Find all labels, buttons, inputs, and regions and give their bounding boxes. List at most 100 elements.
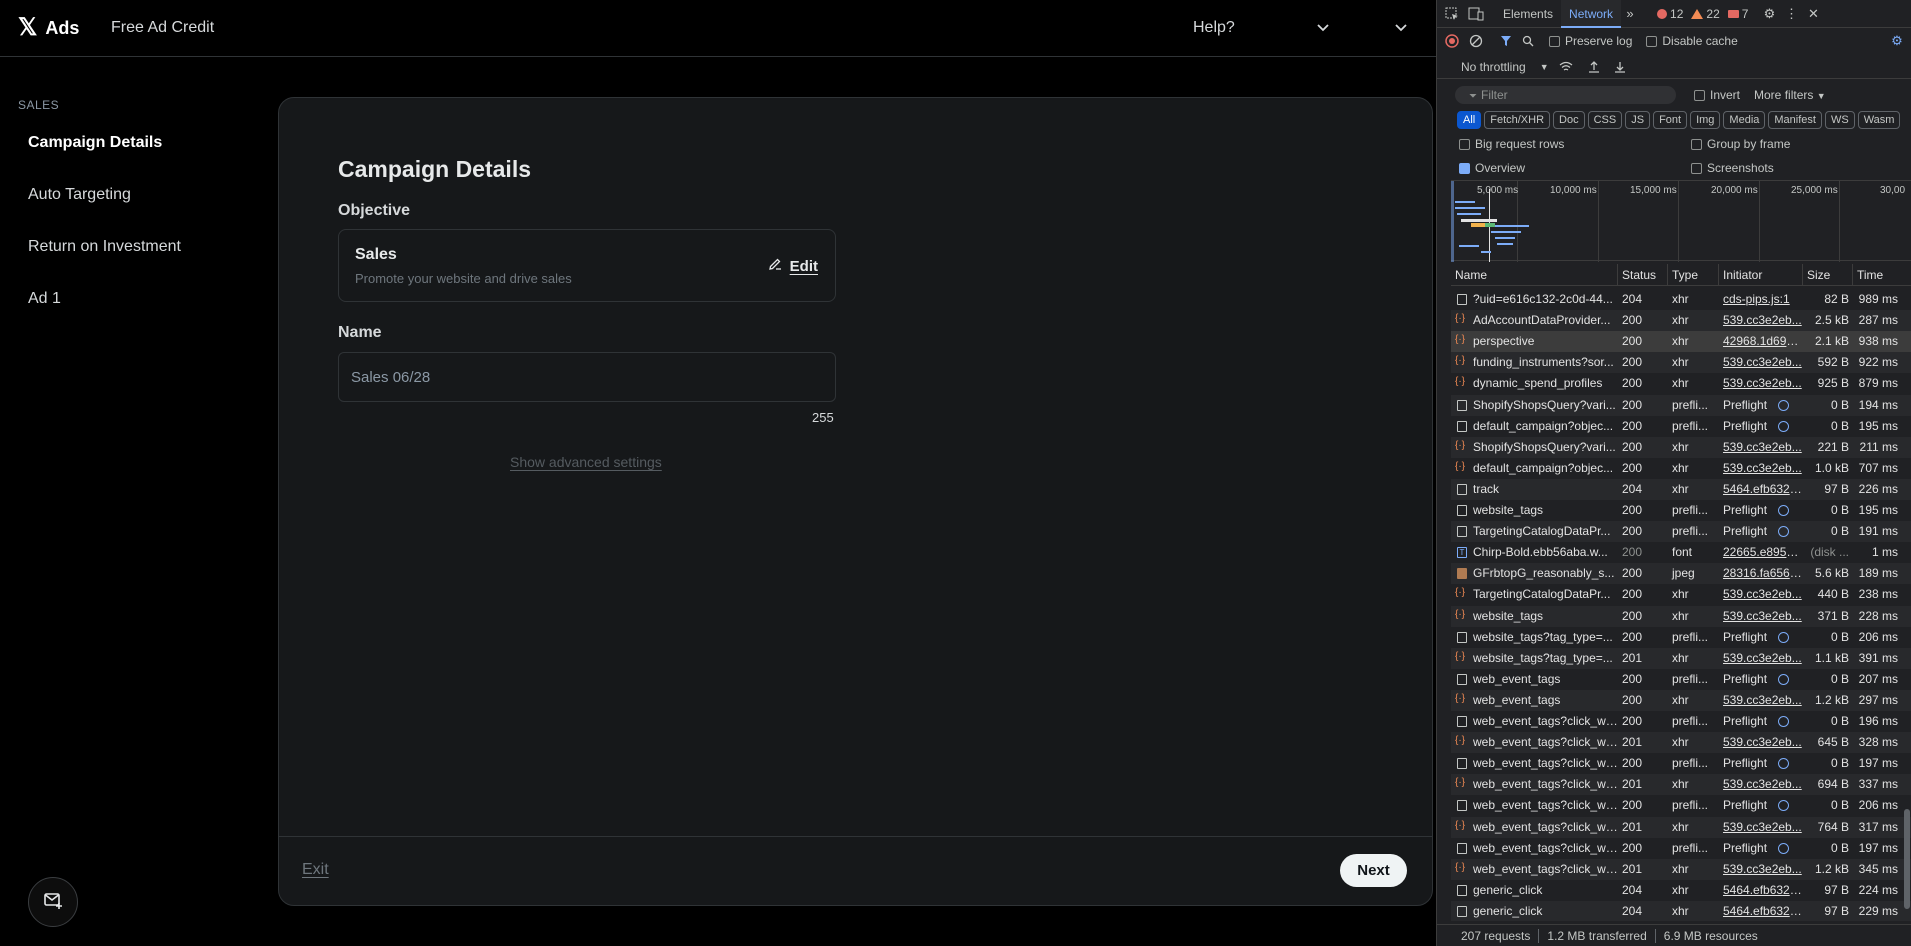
- search-icon[interactable]: [1519, 32, 1537, 50]
- requests-scrollbar[interactable]: [1902, 264, 1911, 921]
- show-advanced-settings-link[interactable]: Show advanced settings: [510, 454, 662, 470]
- table-row[interactable]: {·} AdAccountDataProvider... 200 xhr 539.cc3…: [1451, 310, 1911, 332]
- type-filter-chip[interactable]: Fetch/XHR: [1484, 111, 1551, 129]
- warning-count-badge[interactable]: 22: [1691, 7, 1720, 21]
- row-initiator[interactable]: Preflight: [1719, 711, 1803, 732]
- issues-count-badge[interactable]: 7: [1727, 7, 1748, 21]
- column-type[interactable]: Type: [1668, 264, 1719, 286]
- row-initiator[interactable]: 539.cc3e2eb...: [1719, 606, 1803, 627]
- table-row[interactable]: {·} funding_instruments?sor... 200 xhr 539.c…: [1451, 352, 1911, 374]
- row-initiator[interactable]: 28316.fa656fb...: [1719, 563, 1803, 584]
- preflight-link-icon[interactable]: [1778, 399, 1789, 411]
- table-row[interactable]: {·} website_tags 200 xhr 539.cc3e2eb... 371 B…: [1451, 605, 1911, 627]
- sidebar-item-return-on-investment[interactable]: Return on Investment: [28, 238, 181, 256]
- error-count-badge[interactable]: 12: [1657, 7, 1683, 21]
- network-settings-gear-icon[interactable]: ⚙: [1888, 32, 1906, 50]
- table-row[interactable]: website_tags?tag_type=... 200 prefli... Pre…: [1451, 627, 1911, 648]
- type-filter-chip[interactable]: JS: [1625, 111, 1651, 129]
- column-initiator[interactable]: Initiator: [1719, 264, 1803, 286]
- chevron-down-icon[interactable]: [1316, 14, 1336, 42]
- row-initiator[interactable]: Preflight: [1719, 627, 1803, 648]
- row-initiator[interactable]: Preflight: [1719, 795, 1803, 816]
- device-toolbar-icon[interactable]: [1467, 5, 1485, 23]
- type-filter-chip[interactable]: Img: [1690, 111, 1721, 129]
- type-filter-chip[interactable]: Media: [1723, 111, 1766, 129]
- table-row[interactable]: ?uid=e616c132-2c0d-44... 204 xhr cds-pips.j…: [1451, 289, 1911, 310]
- more-options-icon[interactable]: ⋮: [1782, 5, 1800, 23]
- row-initiator[interactable]: 539.cc3e2eb...: [1719, 310, 1803, 331]
- type-filter-chip[interactable]: All: [1457, 111, 1482, 129]
- preflight-link-icon[interactable]: [1778, 505, 1789, 516]
- row-initiator[interactable]: 5464.efb6324...: [1719, 479, 1803, 500]
- x-ads-logo[interactable]: 𝕏 Ads: [18, 16, 79, 40]
- table-row[interactable]: {·} default_campaign?objec... 200 xhr 539.cc…: [1451, 458, 1911, 479]
- row-initiator[interactable]: 22665.e8959d6: [1719, 542, 1803, 563]
- settings-gear-icon[interactable]: ⚙: [1760, 5, 1778, 23]
- row-initiator[interactable]: Preflight: [1719, 395, 1803, 416]
- type-filter-chip[interactable]: CSS: [1587, 111, 1623, 129]
- table-row[interactable]: web_event_tags?click_wi... 200 prefli... Pr…: [1451, 711, 1911, 732]
- campaign-name-input[interactable]: [338, 352, 836, 402]
- table-row[interactable]: {·} web_event_tags?click_wi... 201 xhr 539.c…: [1451, 858, 1911, 880]
- table-row[interactable]: {·} dynamic_spend_profiles 200 xhr 539.cc3e2…: [1451, 373, 1911, 394]
- inspect-element-icon[interactable]: [1443, 5, 1461, 23]
- table-row[interactable]: generic_click 204 xhr 5464.efb6324... 97 B 22…: [1451, 880, 1911, 901]
- table-row[interactable]: {·} web_event_tags?click_wi... 201 xhr 539.c…: [1451, 816, 1911, 838]
- tab-elements[interactable]: Elements: [1495, 0, 1561, 28]
- next-button[interactable]: Next: [1340, 854, 1407, 887]
- table-row[interactable]: {·} web_event_tags?click_wi... 201 xhr 539.c…: [1451, 732, 1911, 754]
- row-initiator[interactable]: 539.cc3e2eb...: [1719, 437, 1803, 458]
- row-initiator[interactable]: 42968.1d6935t: [1719, 331, 1803, 352]
- table-row[interactable]: web_event_tags 200 prefli... Preflight 0 B 20…: [1451, 669, 1911, 690]
- row-initiator[interactable]: 539.cc3e2eb...: [1719, 732, 1803, 753]
- column-name[interactable]: Name: [1451, 264, 1618, 286]
- table-row[interactable]: default_campaign?objec... 200 prefli... Pre…: [1451, 416, 1911, 437]
- preflight-link-icon[interactable]: [1778, 716, 1789, 727]
- row-initiator[interactable]: 539.cc3e2eb...: [1719, 817, 1803, 838]
- disable-cache-checkbox[interactable]: Disable cache: [1646, 34, 1738, 48]
- table-row[interactable]: web_event_tags?click_wi... 200 prefli... Pr…: [1451, 795, 1911, 816]
- table-row[interactable]: GFrbtopG_reasonably_s... 200 jpeg 28316.fa6…: [1451, 563, 1911, 585]
- row-initiator[interactable]: 539.cc3e2eb...: [1719, 859, 1803, 880]
- column-status[interactable]: Status: [1618, 264, 1668, 286]
- record-icon[interactable]: [1443, 32, 1461, 50]
- screenshots-checkbox[interactable]: Screenshots: [1691, 161, 1774, 175]
- row-initiator[interactable]: 5464.efb6324...: [1719, 901, 1803, 921]
- preflight-link-icon[interactable]: [1778, 420, 1789, 432]
- type-filter-chip[interactable]: Font: [1653, 111, 1688, 129]
- row-initiator[interactable]: Preflight: [1719, 416, 1803, 437]
- row-initiator[interactable]: 539.cc3e2eb...: [1719, 458, 1803, 479]
- preserve-log-checkbox[interactable]: Preserve log: [1549, 34, 1632, 48]
- network-overview-timeline[interactable]: 5,000 ms 10,000 ms 15,000 ms 20,000 ms 2…: [1451, 180, 1911, 262]
- account-chevron-down-icon[interactable]: [1394, 14, 1414, 42]
- column-time[interactable]: Time: [1853, 264, 1902, 286]
- table-row[interactable]: {·} ShopifyShopsQuery?vari... 200 xhr 539.cc…: [1451, 436, 1911, 458]
- preflight-link-icon[interactable]: [1778, 673, 1789, 685]
- close-devtools-icon[interactable]: ✕: [1804, 5, 1822, 23]
- row-initiator[interactable]: Preflight: [1719, 669, 1803, 690]
- row-initiator[interactable]: 539.cc3e2eb...: [1719, 648, 1803, 669]
- row-initiator[interactable]: cds-pips.js:1: [1719, 289, 1803, 310]
- row-initiator[interactable]: 539.cc3e2eb...: [1719, 690, 1803, 711]
- big-request-rows-checkbox[interactable]: Big request rows: [1459, 137, 1691, 151]
- table-row[interactable]: web_event_tags?click_wi... 200 prefli... Pr…: [1451, 838, 1911, 859]
- messages-button[interactable]: [28, 877, 78, 927]
- tab-network[interactable]: Network: [1561, 0, 1622, 28]
- table-row[interactable]: {·} TargetingCatalogDataPr... 200 xhr 539.cc…: [1451, 584, 1911, 605]
- row-initiator[interactable]: Preflight: [1719, 753, 1803, 774]
- row-initiator[interactable]: Preflight: [1719, 838, 1803, 859]
- table-row[interactable]: ShopifyShopsQuery?vari... 200 prefli... Pre…: [1451, 394, 1911, 416]
- export-har-icon[interactable]: [1611, 58, 1629, 76]
- row-initiator[interactable]: 539.cc3e2eb...: [1719, 352, 1803, 373]
- invert-checkbox[interactable]: Invert: [1694, 88, 1740, 102]
- table-row[interactable]: {·} perspective 200 xhr 42968.1d6935t 2.1 kB 9…: [1451, 331, 1911, 353]
- more-filters-dropdown[interactable]: More filters ▼: [1754, 88, 1826, 102]
- throttling-select[interactable]: No throttling: [1461, 60, 1526, 74]
- table-row[interactable]: T Chirp-Bold.ebb56aba.w... 200 font 22665.e8…: [1451, 542, 1911, 563]
- preflight-link-icon[interactable]: [1778, 631, 1789, 643]
- edit-objective-button[interactable]: Edit: [768, 257, 818, 275]
- group-by-frame-checkbox[interactable]: Group by frame: [1691, 137, 1790, 151]
- type-filter-chip[interactable]: Doc: [1553, 111, 1585, 129]
- import-har-icon[interactable]: [1585, 58, 1603, 76]
- preflight-link-icon[interactable]: [1778, 842, 1789, 854]
